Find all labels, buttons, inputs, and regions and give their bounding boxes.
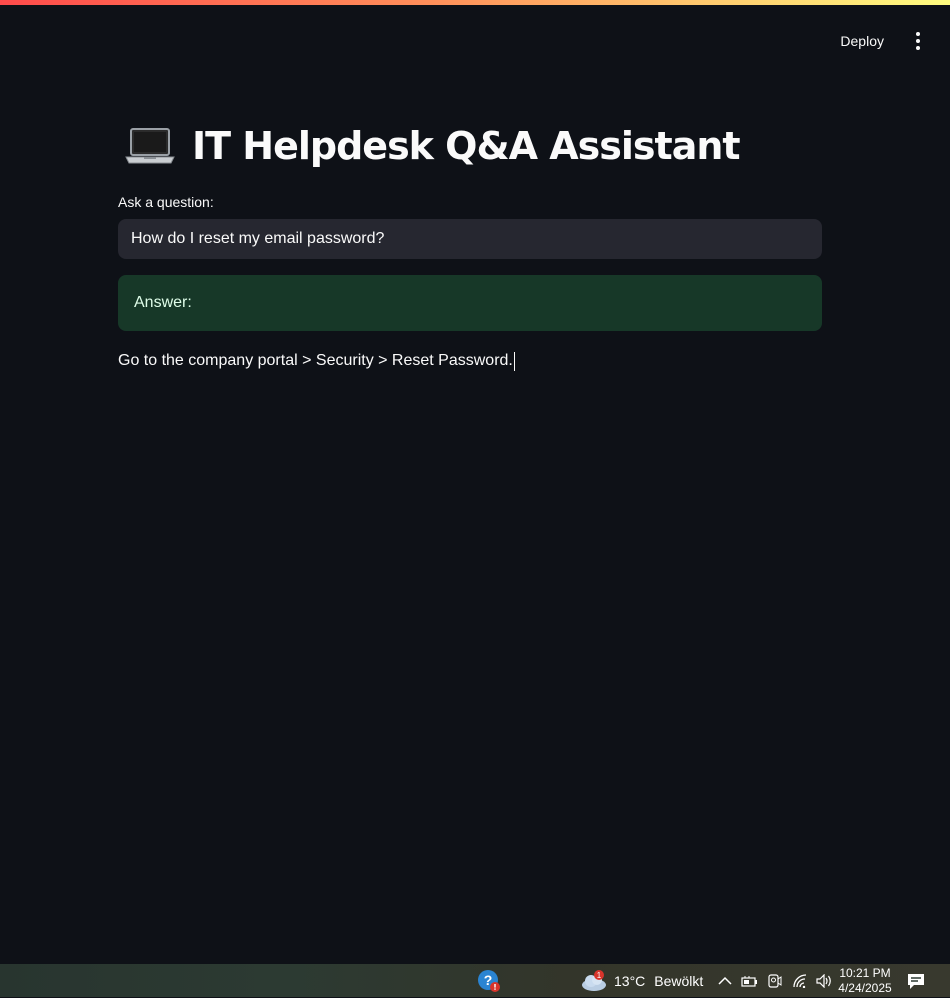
clock-date: 4/24/2025 [838,981,892,995]
answer-text: Go to the company portal > Security > Re… [118,352,513,369]
cloud-icon: 1 [580,969,608,993]
clock-time: 10:21 PM [839,966,891,980]
taskbar: ? 1 13°C Bewölkt 10:21 PM 4/24/2025 [0,964,950,997]
wifi-icon[interactable] [791,973,808,990]
weather-temperature: 13°C [614,973,646,989]
question-input[interactable] [118,219,822,259]
volume-icon[interactable] [816,973,833,990]
weather-badge: 1 [597,971,602,980]
page-title: IT Helpdesk Q&A Assistant [192,124,741,168]
text-cursor [513,351,515,371]
laptop-icon [124,126,176,166]
battery-icon[interactable] [741,973,758,990]
deploy-button[interactable]: Deploy [832,27,892,55]
help-icon[interactable]: ? [477,969,501,993]
chevron-up-icon[interactable] [716,973,733,990]
app-window: Deploy IT Helpdesk Q&A Assistant Ask a q… [0,0,950,964]
weather-widget[interactable]: 1 13°C Bewölkt [580,968,703,994]
answer-label: Answer: [134,294,192,311]
weather-condition: Bewölkt [654,973,704,989]
title-row: IT Helpdesk Q&A Assistant [118,118,822,174]
clock[interactable]: 10:21 PM 4/24/2025 [836,966,894,996]
top-decoration-bar [0,0,950,5]
more-vertical-icon[interactable] [906,26,930,56]
question-label: Ask a question: [118,194,214,210]
answer-text-row: Go to the company portal > Security > Re… [118,350,822,372]
answer-box: Answer: [118,275,822,331]
camera-icon[interactable] [766,973,783,990]
header-toolbar: Deploy [832,24,930,58]
notification-icon[interactable] [906,972,926,990]
main-content: IT Helpdesk Q&A Assistant Ask a question… [118,118,822,372]
system-tray [716,970,833,992]
